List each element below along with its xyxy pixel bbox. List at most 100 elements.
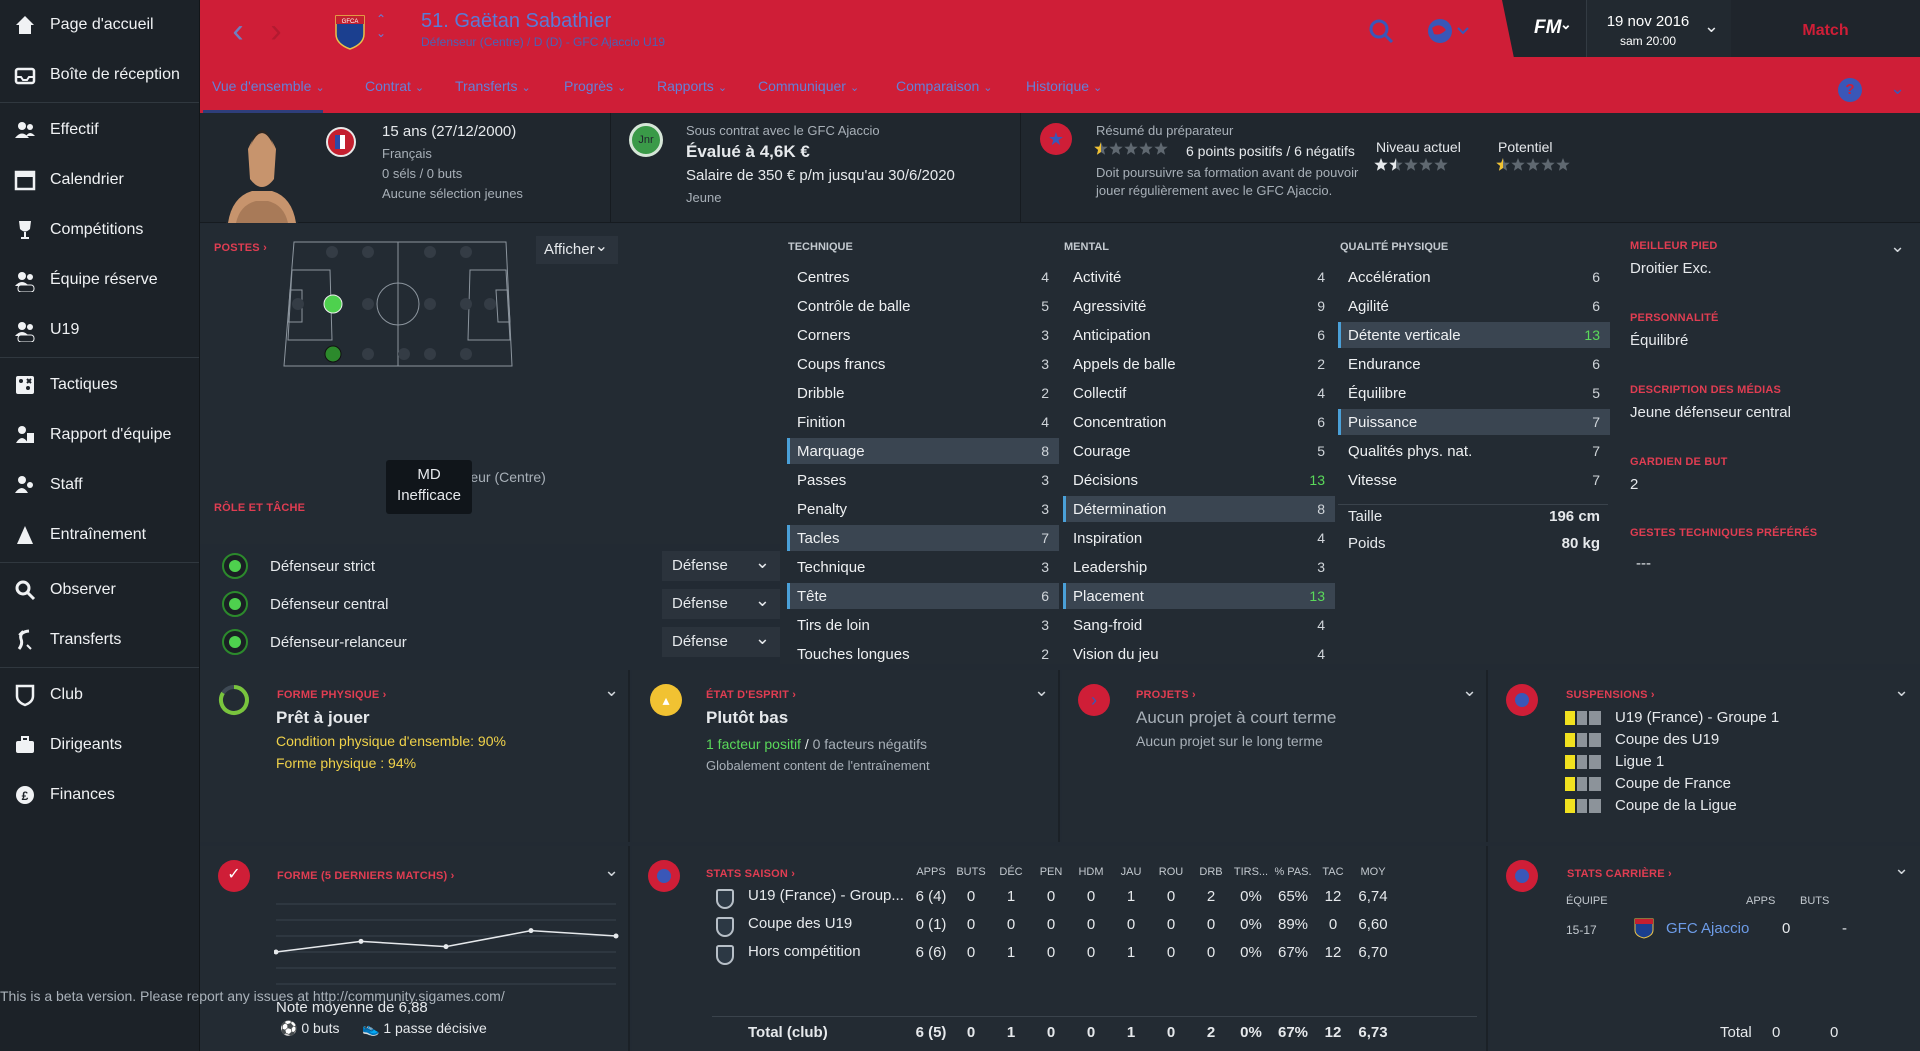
- fm-menu-button[interactable]: FM ⌄: [1502, 0, 1586, 57]
- chevron-down-icon[interactable]: ⌄: [1890, 78, 1905, 99]
- projects-title[interactable]: PROJETS ›: [1136, 689, 1196, 701]
- sidebar-item-9[interactable]: Staff: [0, 460, 199, 510]
- tab-3[interactable]: Progrès ⌄: [564, 78, 626, 94]
- technique-attr-row[interactable]: Touches longues 2: [787, 641, 1059, 667]
- sidebar-item-4[interactable]: Compétitions: [0, 205, 199, 255]
- sidebar-item-14[interactable]: Dirigeants: [0, 720, 199, 770]
- technique-attr-row[interactable]: Tacles 7: [787, 525, 1059, 551]
- sidebar-item-13[interactable]: Club: [0, 670, 199, 720]
- mental-attr-row[interactable]: Anticipation 6: [1063, 322, 1335, 348]
- mental-attr-row[interactable]: Concentration 6: [1063, 409, 1335, 435]
- chevron-down-icon[interactable]: ⌄: [1462, 680, 1477, 701]
- search-icon[interactable]: [1368, 18, 1394, 44]
- morale-title[interactable]: ÉTAT D'ESPRIT ›: [706, 689, 796, 701]
- mental-attr-row[interactable]: Sang-froid 4: [1063, 612, 1335, 638]
- tab-0[interactable]: Vue d'ensemble ⌄: [212, 78, 325, 94]
- technique-attr-row[interactable]: Centres 4: [787, 264, 1059, 290]
- sidebar-item-7[interactable]: Tactiques: [0, 360, 199, 410]
- season-stats-title[interactable]: STATS SAISON ›: [706, 868, 795, 880]
- club-crest-icon[interactable]: GFCA: [334, 12, 366, 50]
- technique-attr-row[interactable]: Tirs de loin 3: [787, 612, 1059, 638]
- mental-attr-row[interactable]: Courage 5: [1063, 438, 1335, 464]
- date-display[interactable]: 19 nov 2016 sam 20:00 ⌄: [1586, 0, 1731, 57]
- role-row[interactable]: Défenseur strict Défense: [222, 547, 782, 581]
- sidebar-divider: [0, 357, 199, 358]
- tab-4[interactable]: Rapports ⌄: [657, 78, 727, 94]
- mental-attr-row[interactable]: Détermination 8: [1063, 496, 1335, 522]
- help-icon[interactable]: ?: [1838, 78, 1862, 102]
- forward-arrow-icon[interactable]: ›: [256, 14, 296, 50]
- tab-5[interactable]: Communiquer ⌄: [758, 78, 859, 94]
- role-row[interactable]: Défenseur-relanceur Défense: [222, 623, 782, 657]
- technique-attr-row[interactable]: Dribble 2: [787, 380, 1059, 406]
- sidebar-item-2[interactable]: Effectif: [0, 105, 199, 155]
- sidebar-item-5[interactable]: Équipe réserve: [0, 255, 199, 305]
- technique-attr-row[interactable]: Corners 3: [787, 322, 1059, 348]
- sidebar-item-12[interactable]: Transferts: [0, 615, 199, 665]
- technique-attr-row[interactable]: Contrôle de balle 5: [787, 293, 1059, 319]
- physical-attr-row[interactable]: Endurance 6: [1338, 351, 1610, 377]
- fitness-title[interactable]: FORME PHYSIQUE ›: [277, 689, 387, 701]
- player-switch-icon[interactable]: ⌃ ⌄: [376, 12, 386, 40]
- form-point: [443, 944, 449, 950]
- mental-attr-row[interactable]: Placement 13: [1063, 583, 1335, 609]
- mental-attr-row[interactable]: Appels de balle 2: [1063, 351, 1335, 377]
- sidebar-item-6[interactable]: U19: [0, 305, 199, 355]
- sidebar-item-11[interactable]: Observer: [0, 565, 199, 615]
- chevron-down-icon[interactable]: ⌄: [604, 680, 619, 701]
- match-button[interactable]: Match: [1731, 0, 1920, 57]
- mental-attr-row[interactable]: Décisions 13: [1063, 467, 1335, 493]
- physical-attr-row[interactable]: Vitesse 7: [1338, 467, 1610, 493]
- technique-attr-row[interactable]: Passes 3: [787, 467, 1059, 493]
- chevron-down-icon[interactable]: ⌄: [1034, 680, 1049, 701]
- chevron-down-icon[interactable]: ⌄: [1894, 858, 1909, 879]
- globe-icon[interactable]: [1426, 16, 1474, 46]
- season-competition[interactable]: Coupe des U19: [748, 915, 852, 932]
- tab-6[interactable]: Comparaison ⌄: [896, 78, 992, 94]
- duty-dropdown[interactable]: Défense: [662, 585, 782, 619]
- physical-attr-row[interactable]: Équilibre 5: [1338, 380, 1610, 406]
- sidebar-item-15[interactable]: £ Finances: [0, 770, 199, 820]
- mental-attr-row[interactable]: Collectif 4: [1063, 380, 1335, 406]
- duty-dropdown[interactable]: Défense: [662, 623, 782, 657]
- career-team-link[interactable]: GFC Ajaccio: [1666, 920, 1749, 937]
- technique-attr-row[interactable]: Marquage 8: [787, 438, 1059, 464]
- role-row[interactable]: Défenseur central Défense: [222, 585, 782, 619]
- form-title[interactable]: FORME (5 DERNIERS MATCHS) ›: [277, 870, 455, 882]
- back-arrow-icon[interactable]: ‹: [218, 14, 258, 50]
- sidebar-item-0[interactable]: Page d'accueil: [0, 0, 199, 50]
- physical-attr-row[interactable]: Accélération 6: [1338, 264, 1610, 290]
- show-dropdown[interactable]: Afficher ⌄: [536, 236, 618, 264]
- physical-attr-row[interactable]: Détente verticale 13: [1338, 322, 1610, 348]
- season-competition[interactable]: U19 (France) - Group...: [748, 887, 904, 904]
- tab-1[interactable]: Contrat ⌄: [365, 78, 424, 94]
- mental-attr-row[interactable]: Vision du jeu 4: [1063, 641, 1335, 667]
- mental-attr-row[interactable]: Agressivité 9: [1063, 293, 1335, 319]
- chevron-down-icon[interactable]: ⌄: [1890, 236, 1905, 257]
- career-title[interactable]: STATS CARRIÈRE ›: [1567, 868, 1672, 880]
- season-competition[interactable]: Hors compétition: [748, 943, 861, 960]
- technique-attr-row[interactable]: Penalty 3: [787, 496, 1059, 522]
- chevron-down-icon[interactable]: ⌄: [604, 860, 619, 881]
- physical-attr-row[interactable]: Puissance 7: [1338, 409, 1610, 435]
- physical-attr-row[interactable]: Agilité 6: [1338, 293, 1610, 319]
- technique-attr-row[interactable]: Technique 3: [787, 554, 1059, 580]
- sidebar-item-1[interactable]: Boîte de réception: [0, 50, 199, 100]
- sidebar-item-10[interactable]: Entraînement: [0, 510, 199, 560]
- sidebar-item-8[interactable]: Rapport d'équipe: [0, 410, 199, 460]
- tab-2[interactable]: Transferts ⌄: [455, 78, 531, 94]
- duty-dropdown[interactable]: Défense: [662, 547, 782, 581]
- technique-attr-row[interactable]: Finition 4: [787, 409, 1059, 435]
- mental-attr-row[interactable]: Activité 4: [1063, 264, 1335, 290]
- mental-attr-row[interactable]: Leadership 3: [1063, 554, 1335, 580]
- tab-7[interactable]: Historique ⌄: [1026, 78, 1102, 94]
- nationality-flag-icon[interactable]: [326, 127, 356, 157]
- mental-attr-row[interactable]: Inspiration 4: [1063, 525, 1335, 551]
- chevron-down-icon[interactable]: ⌄: [1894, 680, 1909, 701]
- technique-attr-row[interactable]: Coups francs 3: [787, 351, 1059, 377]
- sidebar-item-3[interactable]: Calendrier: [0, 155, 199, 205]
- suspensions-title[interactable]: SUSPENSIONS ›: [1566, 689, 1655, 701]
- technique-attr-row[interactable]: Tête 6: [787, 583, 1059, 609]
- physical-attr-row[interactable]: Qualités phys. nat. 7: [1338, 438, 1610, 464]
- positions-title[interactable]: POSTES ›: [214, 242, 267, 254]
